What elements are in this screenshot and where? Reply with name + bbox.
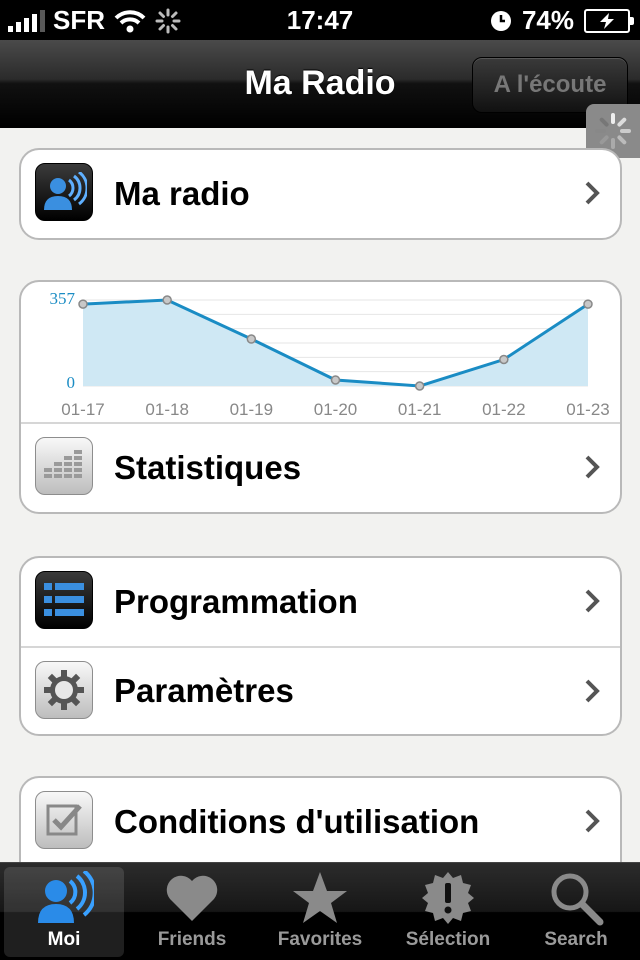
- tab-search[interactable]: Search: [516, 867, 636, 957]
- chevron-right-icon: [585, 455, 600, 479]
- x-tick-label: 01-21: [398, 400, 441, 419]
- status-bar: SFR 17:47 74%: [0, 0, 640, 40]
- loading-spinner-icon: [595, 113, 631, 149]
- tab-moi[interactable]: Moi: [4, 867, 124, 957]
- x-tick-label: 01-23: [566, 400, 609, 419]
- row-label: Statistiques: [114, 449, 302, 486]
- battery-icon: [584, 8, 634, 33]
- chart-data-point: [414, 381, 425, 391]
- tab-label: Favorites: [277, 929, 363, 950]
- chart-data-point: [330, 375, 341, 385]
- radio-user-icon: [38, 871, 94, 923]
- checkbox-icon: [35, 791, 93, 849]
- listeners-chart: 357 0 01-17 01-18 01-19 01-20 01-21 01-22 01-2…: [21, 282, 620, 424]
- chart-data-point: [246, 334, 257, 344]
- star-icon: [293, 872, 347, 923]
- radio-group: Ma radio: [19, 148, 622, 240]
- chevron-right-icon: [585, 809, 600, 833]
- heart-icon: [166, 875, 218, 921]
- x-tick-label: 01-22: [482, 400, 525, 419]
- row-programmation[interactable]: Programmation: [21, 558, 620, 646]
- equalizer-icon: [35, 437, 93, 495]
- chevron-right-icon: [585, 181, 600, 205]
- y-tick-label-max: 357: [50, 289, 76, 308]
- chevron-right-icon: [585, 589, 600, 613]
- chart-svg: 357 0 01-17 01-18 01-19 01-20 01-21 01-22 01-2…: [50, 289, 610, 419]
- radio-user-icon: [35, 163, 93, 221]
- row-ma-radio[interactable]: Ma radio: [21, 150, 620, 238]
- search-icon: [551, 873, 604, 926]
- row-label: Conditions d'utilisation: [114, 803, 480, 840]
- row-statistiques[interactable]: Statistiques: [21, 424, 620, 512]
- tab-label: Search: [544, 929, 608, 950]
- tab-selection[interactable]: Sélection: [388, 867, 508, 957]
- chevron-right-icon: [585, 679, 600, 703]
- chart-data-point: [583, 299, 593, 309]
- row-label: Programmation: [114, 583, 358, 620]
- chart-data-point: [499, 354, 509, 365]
- navigation-bar: Ma Radio A l'écoute: [0, 40, 640, 128]
- tab-label: Sélection: [405, 929, 491, 950]
- tab-bar: Moi Friends Favorites Sélection Search: [0, 862, 640, 960]
- row-conditions[interactable]: Conditions d'utilisation: [21, 778, 620, 866]
- tab-favorites[interactable]: Favorites: [260, 867, 380, 957]
- alarm-clock-icon: [490, 10, 511, 31]
- list-icon: [35, 571, 93, 629]
- settings-group: Programmation Paramètres: [19, 556, 622, 736]
- x-tick-label: 01-17: [61, 400, 104, 419]
- x-tick-label: 01-19: [230, 400, 273, 419]
- tab-label: Moi: [47, 929, 81, 950]
- gear-icon: [35, 661, 93, 719]
- battery-percent: 74%: [521, 5, 574, 35]
- row-label: Ma radio: [114, 175, 250, 212]
- stats-group: 357 0 01-17 01-18 01-19 01-20 01-21 01-22 01-2…: [19, 280, 622, 514]
- x-tick-label: 01-20: [314, 400, 357, 419]
- chart-data-point: [162, 295, 172, 305]
- x-tick-label: 01-18: [145, 400, 188, 419]
- row-parametres[interactable]: Paramètres: [21, 646, 620, 734]
- tab-friends[interactable]: Friends: [132, 867, 252, 957]
- chart-data-point: [78, 299, 88, 309]
- tab-label: Friends: [157, 929, 227, 950]
- row-label: Paramètres: [114, 672, 294, 709]
- badge-exclamation-icon: [422, 872, 474, 924]
- y-tick-label-min: 0: [67, 373, 76, 392]
